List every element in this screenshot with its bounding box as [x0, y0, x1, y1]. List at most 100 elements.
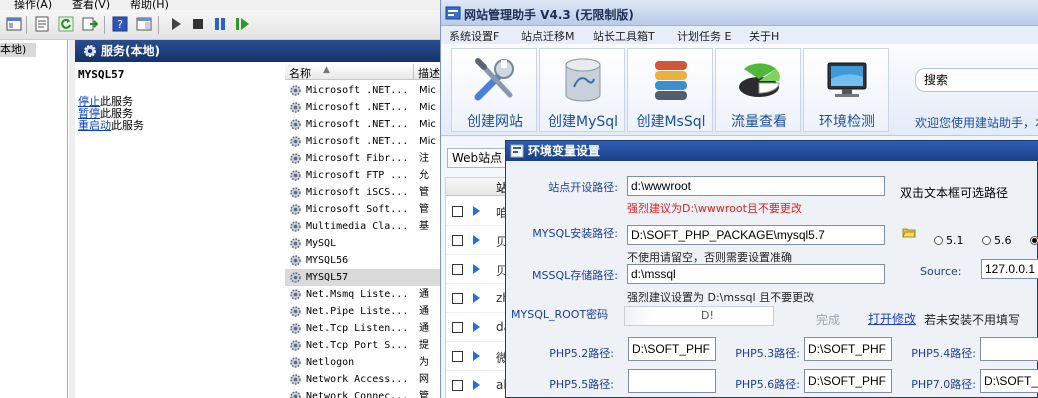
- site-row[interactable]: zh: [446, 284, 508, 313]
- mysql-root-password-input[interactable]: D!: [624, 306, 774, 326]
- service-row[interactable]: Microsoft Fibr... 注: [285, 150, 445, 167]
- services-list-header: 名称 ▲ 描述: [285, 64, 445, 80]
- site-row[interactable]: 贝: [446, 226, 508, 255]
- env-check-button[interactable]: 环境检测: [803, 48, 889, 132]
- site-row-checkbox[interactable]: [452, 264, 463, 275]
- menu-about[interactable]: 关于H: [749, 28, 779, 44]
- tree-item-services-local[interactable]: 本地): [0, 43, 36, 57]
- site-manager-titlebar[interactable]: 网站管理助手 V4.3 (无限制版): [441, 0, 1038, 26]
- site-row[interactable]: da: [446, 313, 508, 342]
- export-list-icon[interactable]: [82, 16, 98, 32]
- mysql-version-5-6[interactable]: 5.6: [982, 234, 1012, 247]
- service-row[interactable]: Microsoft .NET... Mic: [285, 82, 445, 99]
- console-icon[interactable]: [6, 16, 22, 32]
- site-row[interactable]: 咱: [446, 197, 508, 226]
- menu-action[interactable]: 操作(A): [14, 0, 52, 10]
- expand-arrow-icon[interactable]: [473, 351, 480, 361]
- create-mysql-button[interactable]: 创建MySql: [539, 48, 625, 132]
- service-row[interactable]: Net.Tcp Port S... 提: [285, 337, 445, 354]
- start-service-icon[interactable]: [168, 16, 184, 32]
- column-divider[interactable]: [413, 64, 414, 80]
- service-row[interactable]: Net.Msmq Liste... 通: [285, 286, 445, 303]
- mysql-version-5-1[interactable]: 5.1: [934, 234, 964, 247]
- service-name: MYSQL56: [306, 255, 349, 266]
- create-mssql-button[interactable]: 创建MsSql: [627, 48, 713, 132]
- expand-arrow-icon[interactable]: [473, 206, 480, 216]
- menu-view[interactable]: 查看(V): [72, 0, 110, 10]
- traffic-view-button[interactable]: 流量查看: [715, 48, 801, 132]
- service-row[interactable]: Microsoft iSCS... 管: [285, 184, 445, 201]
- site-row-checkbox[interactable]: [452, 380, 463, 391]
- service-row[interactable]: Microsoft .NET... Mic: [285, 99, 445, 116]
- restart-service-link[interactable]: 重启动: [78, 119, 111, 132]
- service-row[interactable]: Network Connec... 管: [285, 388, 445, 398]
- service-row[interactable]: Net.Pipe Liste... 通: [285, 303, 445, 320]
- expand-arrow-icon[interactable]: [473, 235, 480, 245]
- site-row[interactable]: 贝: [446, 255, 508, 284]
- site-row-checkbox[interactable]: [452, 293, 463, 304]
- help-icon[interactable]: ?: [112, 16, 128, 32]
- site-row-checkbox[interactable]: [452, 235, 463, 246]
- stop-service-icon[interactable]: [190, 16, 206, 32]
- service-gear-icon: [290, 136, 301, 147]
- service-name: Net.Tcp Port S...: [306, 340, 409, 351]
- tab-web-sites[interactable]: Web站点: [447, 148, 511, 168]
- service-row[interactable]: Microsoft .NET... Mic: [285, 116, 445, 133]
- menu-site-migration[interactable]: 站点迁移M: [521, 28, 575, 44]
- menu-scheduled-tasks[interactable]: 计划任务 E: [677, 28, 731, 44]
- service-row[interactable]: MYSQL56: [285, 252, 445, 269]
- search-box[interactable]: 搜索: [915, 68, 1038, 92]
- expand-arrow-icon[interactable]: [473, 322, 480, 332]
- php70-path-input[interactable]: D:\SOFT_: [980, 369, 1038, 393]
- menu-webmaster-toolbox[interactable]: 站长工具箱T: [593, 28, 655, 44]
- site-row-checkbox[interactable]: [452, 322, 463, 333]
- site-row-checkbox[interactable]: [452, 206, 463, 217]
- php53-path-input[interactable]: D:\SOFT_PHF: [804, 337, 892, 361]
- service-row[interactable]: Microsoft FTP ... 允: [285, 167, 445, 184]
- service-row[interactable]: Microsoft .NET... Mic: [285, 133, 445, 150]
- expand-arrow-icon[interactable]: [473, 293, 480, 303]
- properties-icon[interactable]: [34, 16, 50, 32]
- service-row[interactable]: Multimedia Cla... 基: [285, 218, 445, 235]
- service-gear-icon: [290, 255, 301, 266]
- mssql-path-hint: 强烈建议设置为 D:\mssql 且不要更改: [627, 291, 815, 304]
- column-description-header[interactable]: 描述: [418, 65, 440, 81]
- env-check-label: 环境检测: [819, 114, 875, 130]
- column-name-header[interactable]: 名称: [289, 65, 311, 81]
- expand-arrow-icon[interactable]: [473, 264, 480, 274]
- php52-path-input[interactable]: D:\SOFT_PHF: [628, 337, 716, 361]
- refresh-icon[interactable]: [58, 16, 74, 32]
- mysql-path-input[interactable]: D:\SOFT_PHP_PACKAGE\mysql5.7: [627, 225, 885, 245]
- site-row[interactable]: al: [446, 371, 508, 398]
- site-row[interactable]: 微: [446, 342, 508, 371]
- service-row[interactable]: MYSQL57: [285, 269, 445, 286]
- show-hide-pane-icon[interactable]: [136, 16, 152, 32]
- service-name: Microsoft Soft...: [306, 204, 409, 215]
- done-button[interactable]: 完成: [816, 311, 840, 328]
- service-row[interactable]: Netlogon 为: [285, 354, 445, 371]
- site-path-input[interactable]: d:\wwwroot: [627, 176, 885, 196]
- service-row[interactable]: Net.Tcp Listen... 通: [285, 320, 445, 337]
- php52-path-label: PHP5.2路径:: [549, 347, 614, 360]
- php56-path-input[interactable]: D:\SOFT_PHF: [804, 369, 892, 393]
- php55-path-input[interactable]: [628, 369, 716, 393]
- service-row[interactable]: MySQL: [285, 235, 445, 252]
- service-row[interactable]: Microsoft Soft... 管: [285, 201, 445, 218]
- folder-browse-icon[interactable]: [902, 225, 916, 239]
- site-row-checkbox[interactable]: [452, 351, 463, 362]
- service-gear-icon: [290, 221, 301, 232]
- open-edit-link[interactable]: 打开修改: [868, 310, 916, 327]
- mssql-path-input[interactable]: d:\mssql: [627, 264, 885, 284]
- mysql-version-5-7[interactable]: [1030, 234, 1038, 247]
- source-input[interactable]: 127.0.0.1: [981, 259, 1038, 279]
- env-dialog-titlebar[interactable]: 环境变量设置: [506, 141, 1038, 161]
- php54-path-input[interactable]: [980, 337, 1038, 361]
- expand-arrow-icon[interactable]: [473, 380, 480, 390]
- pause-service-icon[interactable]: [212, 16, 228, 32]
- service-row[interactable]: Network Access... 网: [285, 371, 445, 388]
- restart-service-icon[interactable]: [234, 16, 250, 32]
- menu-system-settings[interactable]: 系统设置F: [449, 28, 499, 44]
- service-gear-icon: [290, 289, 301, 300]
- menu-help[interactable]: 帮助(H): [130, 0, 169, 10]
- create-site-button[interactable]: 创建网站: [451, 48, 537, 132]
